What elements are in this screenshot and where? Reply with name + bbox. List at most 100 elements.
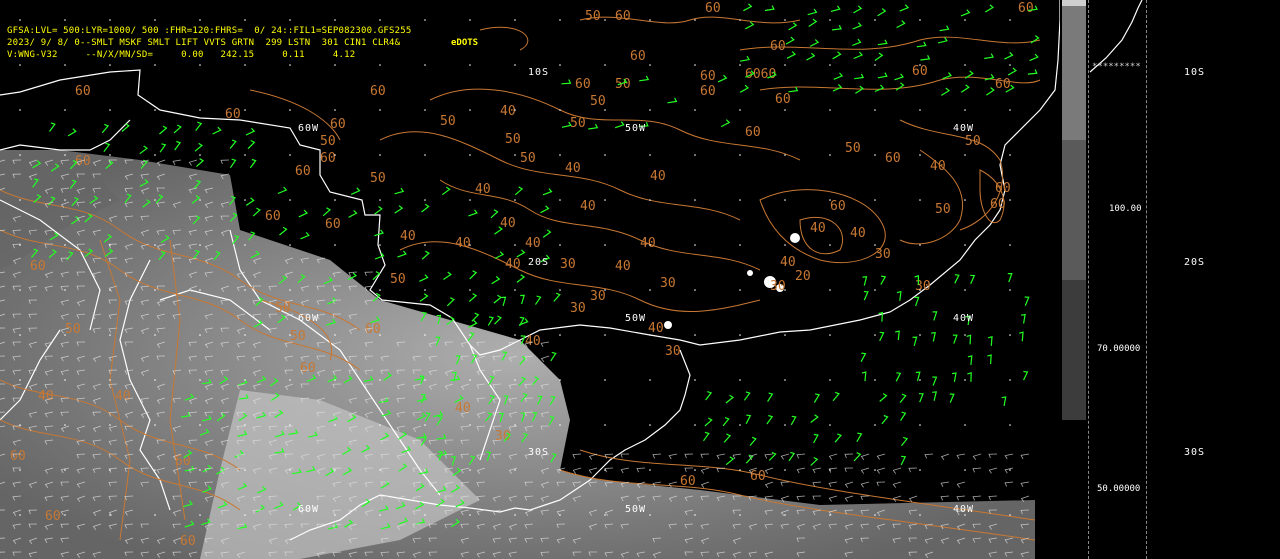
grid-dot bbox=[649, 109, 651, 111]
wind-barb bbox=[876, 453, 886, 460]
grid-dot bbox=[289, 244, 291, 246]
grid-dot bbox=[154, 154, 156, 156]
wind-barb bbox=[491, 276, 501, 285]
wind-barb bbox=[519, 316, 525, 327]
grid-dot bbox=[379, 334, 381, 336]
wind-barb bbox=[844, 495, 854, 502]
wind-barb bbox=[920, 55, 931, 61]
wind-barb bbox=[229, 158, 237, 169]
contour-label: 50 bbox=[520, 151, 536, 166]
wind-barb bbox=[553, 292, 561, 302]
contour-label: 50 bbox=[65, 322, 81, 337]
grid-dot bbox=[379, 19, 381, 21]
wind-barb bbox=[853, 51, 863, 60]
grid-dot bbox=[64, 19, 66, 21]
wind-barb bbox=[908, 495, 918, 503]
wind-barb bbox=[419, 274, 429, 282]
wind-barb bbox=[103, 142, 111, 153]
wind-barb bbox=[520, 294, 526, 305]
grid-dot bbox=[109, 424, 111, 426]
grid-dot bbox=[784, 289, 786, 291]
scale-label-50: 50.00000 bbox=[1097, 484, 1141, 494]
wind-barb bbox=[67, 128, 77, 137]
grid-dot bbox=[199, 64, 201, 66]
grid-dot bbox=[514, 199, 516, 201]
wind-barb bbox=[588, 123, 599, 130]
contour-label: 50 bbox=[590, 94, 606, 109]
scale-label-70: 70.00000 bbox=[1097, 344, 1141, 354]
grid-dot bbox=[469, 244, 471, 246]
grid-dot bbox=[334, 289, 336, 291]
grid-dot bbox=[694, 19, 696, 21]
grid-dot bbox=[334, 379, 336, 381]
wind-barb bbox=[764, 467, 774, 474]
grid-dot bbox=[154, 514, 156, 516]
grid-dot bbox=[739, 244, 741, 246]
grid-dot bbox=[19, 334, 21, 336]
wind-barb bbox=[684, 453, 694, 459]
grid-dot bbox=[784, 244, 786, 246]
grid-dot bbox=[199, 109, 201, 111]
grid-dot bbox=[1009, 289, 1011, 291]
contour-label: 60 bbox=[680, 474, 696, 489]
wind-barb bbox=[877, 8, 887, 17]
grid-dot bbox=[154, 334, 156, 336]
grid-dot bbox=[244, 514, 246, 516]
wind-barb bbox=[908, 467, 918, 473]
grid-dot bbox=[154, 289, 156, 291]
grid-dot bbox=[334, 469, 336, 471]
grid-dot bbox=[109, 19, 111, 21]
contour-label: 60 bbox=[265, 209, 281, 224]
grid-dot bbox=[559, 289, 561, 291]
grid-dot bbox=[604, 514, 606, 516]
wind-barb bbox=[832, 391, 840, 402]
wind-barb bbox=[915, 371, 921, 382]
grid-dot bbox=[559, 469, 561, 471]
wind-barb bbox=[810, 414, 819, 423]
grid-dot bbox=[694, 109, 696, 111]
wind-barb bbox=[879, 331, 885, 342]
wind-barb bbox=[620, 467, 630, 474]
grid-dot bbox=[199, 334, 201, 336]
wind-barb bbox=[188, 159, 198, 166]
contour-label: 40 bbox=[525, 236, 541, 251]
wind-barb bbox=[854, 73, 865, 80]
wind-barb bbox=[860, 453, 870, 460]
wind-barb bbox=[807, 8, 818, 16]
contour-label: 40 bbox=[565, 161, 581, 176]
grid-dot bbox=[964, 424, 966, 426]
grid-dot bbox=[829, 19, 831, 21]
contour-label: 30 bbox=[660, 276, 676, 291]
wind-barb bbox=[809, 39, 820, 47]
wind-barb bbox=[940, 481, 950, 487]
grid-dot bbox=[559, 154, 561, 156]
wind-barb bbox=[245, 197, 255, 206]
grid-dot bbox=[874, 199, 876, 201]
wind-barb bbox=[987, 336, 993, 346]
grid-dot bbox=[1009, 109, 1011, 111]
wind-barb bbox=[960, 84, 970, 93]
grid-dot bbox=[469, 19, 471, 21]
grid-dot bbox=[919, 64, 921, 66]
wind-barb bbox=[667, 97, 678, 104]
wind-barb bbox=[788, 22, 798, 31]
wind-barb bbox=[813, 393, 821, 403]
contour-label: 40 bbox=[780, 255, 796, 270]
grid-dot bbox=[829, 244, 831, 246]
header-line-3: V:WNG-V32 --N/X/MN/SD= 0.00 242.15 0.11 … bbox=[7, 50, 356, 60]
contour-label: 60 bbox=[700, 84, 716, 99]
wind-barb bbox=[895, 372, 902, 382]
grid-dot bbox=[469, 514, 471, 516]
grid-dot bbox=[514, 64, 516, 66]
grid-dot bbox=[964, 19, 966, 21]
grid-dot bbox=[559, 64, 561, 66]
wind-barb bbox=[469, 270, 478, 280]
contour-label: 60 bbox=[750, 469, 766, 484]
grid-dot bbox=[694, 424, 696, 426]
wind-barb bbox=[896, 20, 906, 29]
map-canvas[interactable]: 50 60 60 60 60 60 60 50 60 60 6060 50 60 60 60 6… bbox=[0, 0, 1060, 559]
grid-dot bbox=[559, 334, 561, 336]
wind-barb bbox=[542, 229, 552, 238]
wind-barb bbox=[745, 414, 752, 424]
wind-barb bbox=[394, 205, 404, 214]
